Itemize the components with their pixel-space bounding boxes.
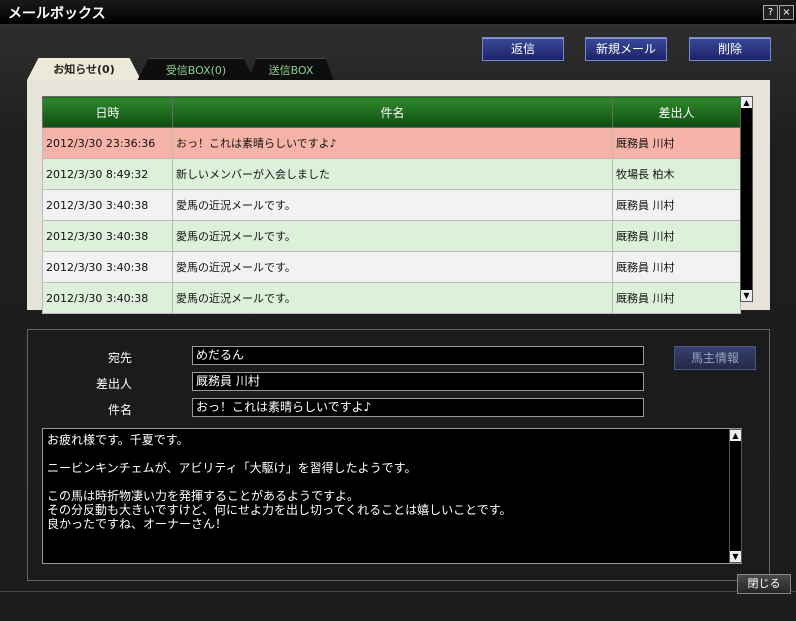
column-header-sender[interactable]: 差出人 <box>612 96 741 128</box>
mail-list-scrollbar[interactable]: ▲ ▼ <box>740 96 753 302</box>
cell-sender: 厩務員 川村 <box>612 251 741 283</box>
cell-subject: 愛馬の近況メールです。 <box>172 220 613 252</box>
from-label: 差出人 <box>95 377 132 391</box>
window-title: メールボックス <box>8 6 106 22</box>
scroll-down-icon[interactable]: ▼ <box>730 551 741 562</box>
cell-sender: 牧場長 柏木 <box>612 158 741 190</box>
body-line: お疲れ様です。千夏です。 <box>47 433 189 447</box>
mail-list-panel: 日時 件名 差出人 2012/3/30 23:36:36 おっ！これは素晴らしい… <box>27 80 770 314</box>
subject-field: おっ！これは素晴らしいですよ♪ <box>192 398 644 417</box>
close-button[interactable]: 閉じる <box>737 574 791 594</box>
tab-outbox[interactable]: 送信BOX <box>248 58 334 81</box>
table-row[interactable]: 2012/3/30 3:40:38 愛馬の近況メールです。 厩務員 川村 <box>42 220 741 252</box>
table-row[interactable]: 2012/3/30 3:40:38 愛馬の近況メールです。 厩務員 川村 <box>42 251 741 283</box>
help-button[interactable]: ? <box>763 5 778 20</box>
footer-divider <box>0 591 796 592</box>
cell-subject: 愛馬の近況メールです。 <box>172 251 613 283</box>
mailbox-window: 返信 新規メール 削除 お知らせ(0) 受信BOX(0) 送信BOX 日時 件名… <box>0 25 796 621</box>
cell-sender: 厩務員 川村 <box>612 189 741 221</box>
table-row[interactable]: 2012/3/30 23:36:36 おっ！これは素晴らしいですよ♪ 厩務員 川… <box>42 127 741 159</box>
body-line: 良かったですね、オーナーさん！ <box>47 517 228 531</box>
tab-notices[interactable]: お知らせ(0) <box>27 58 141 80</box>
title-bar: メールボックス ? × <box>0 0 796 25</box>
cell-sender: 厩務員 川村 <box>612 220 741 252</box>
mail-body: お疲れ様です。千夏です。 ニービンキンチェムが、アビリティ「大駆け」を習得したよ… <box>42 428 742 564</box>
reply-button[interactable]: 返信 <box>482 37 564 61</box>
mail-table: 日時 件名 差出人 2012/3/30 23:36:36 おっ！これは素晴らしい… <box>42 96 741 314</box>
table-row[interactable]: 2012/3/30 3:40:38 愛馬の近況メールです。 厩務員 川村 <box>42 282 741 314</box>
close-window-button[interactable]: × <box>779 5 794 20</box>
mail-detail-panel: 宛先 めだるん 差出人 厩務員 川村 件名 おっ！これは素晴らしいですよ♪ 馬主… <box>27 329 770 581</box>
table-row[interactable]: 2012/3/30 3:40:38 愛馬の近況メールです。 厩務員 川村 <box>42 189 741 221</box>
cell-subject: 愛馬の近況メールです。 <box>172 282 613 314</box>
table-header-row: 日時 件名 差出人 <box>42 96 741 128</box>
scroll-up-icon[interactable]: ▲ <box>741 97 752 108</box>
cell-date: 2012/3/30 3:40:38 <box>42 220 173 252</box>
cell-sender: 厩務員 川村 <box>612 127 741 159</box>
cell-subject: 新しいメンバーが入会しました <box>172 158 613 190</box>
cell-date: 2012/3/30 3:40:38 <box>42 282 173 314</box>
to-label: 宛先 <box>107 351 132 365</box>
tab-inbox[interactable]: 受信BOX(0) <box>137 58 255 81</box>
scroll-down-icon[interactable]: ▼ <box>741 290 752 301</box>
owner-info-button[interactable]: 馬主情報 <box>674 346 756 370</box>
from-field: 厩務員 川村 <box>192 372 644 391</box>
mail-body-scrollbar[interactable]: ▲ ▼ <box>729 429 742 563</box>
body-line: ニービンキンチェムが、アビリティ「大駆け」を習得したようです。 <box>47 461 417 475</box>
cell-date: 2012/3/30 3:40:38 <box>42 251 173 283</box>
column-header-date[interactable]: 日時 <box>42 96 173 128</box>
table-row[interactable]: 2012/3/30 8:49:32 新しいメンバーが入会しました 牧場長 柏木 <box>42 158 741 190</box>
cell-sender: 厩務員 川村 <box>612 282 741 314</box>
subject-label: 件名 <box>107 403 132 417</box>
cell-date: 2012/3/30 8:49:32 <box>42 158 173 190</box>
scroll-up-icon[interactable]: ▲ <box>730 430 741 441</box>
to-field: めだるん <box>192 346 644 365</box>
new-mail-button[interactable]: 新規メール <box>585 37 667 61</box>
cell-date: 2012/3/30 23:36:36 <box>42 127 173 159</box>
column-header-subject[interactable]: 件名 <box>172 96 613 128</box>
cell-subject: おっ！これは素晴らしいですよ♪ <box>172 127 613 159</box>
cell-date: 2012/3/30 3:40:38 <box>42 189 173 221</box>
delete-button[interactable]: 削除 <box>689 37 771 61</box>
cell-subject: 愛馬の近況メールです。 <box>172 189 613 221</box>
